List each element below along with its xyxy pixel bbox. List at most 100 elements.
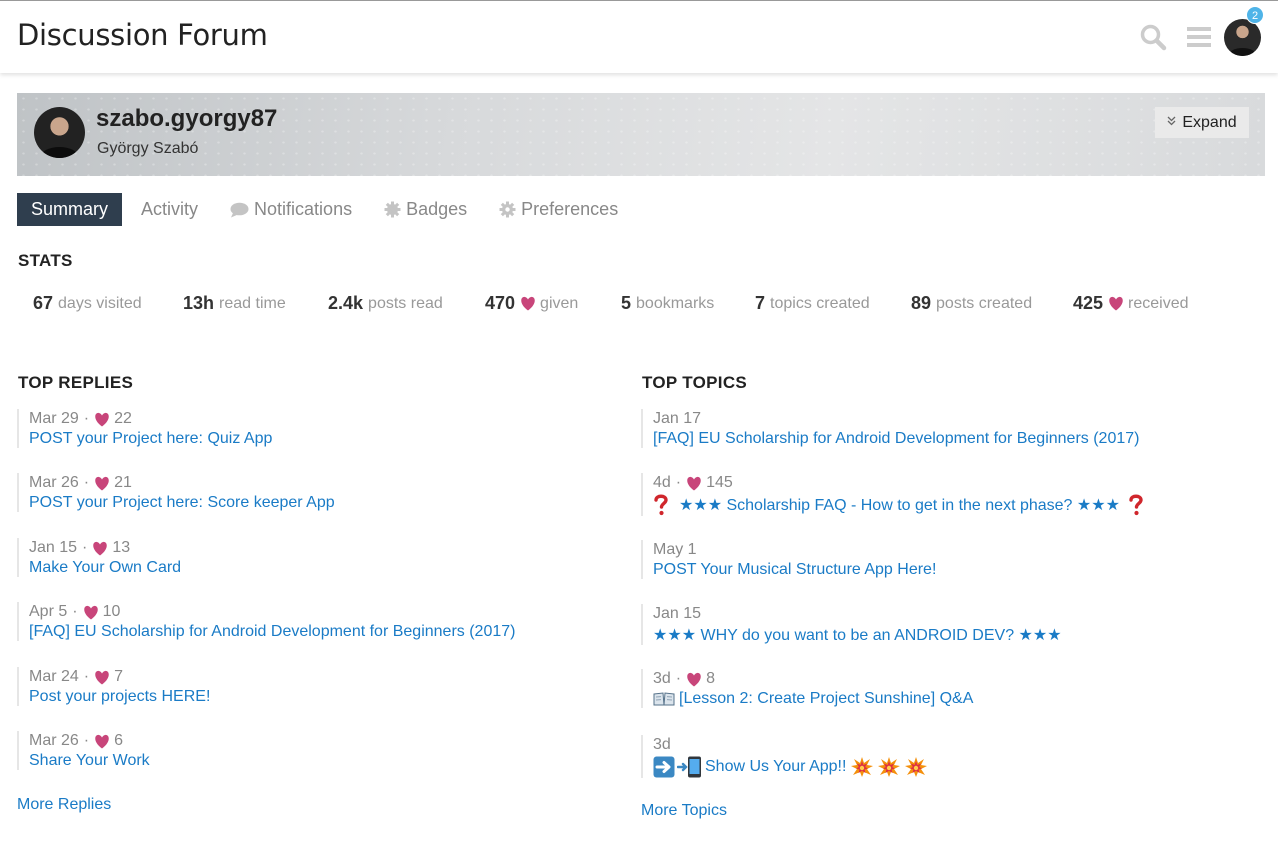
topic-title-link[interactable]: ★★★ Scholarship FAQ - How to get in the …	[653, 494, 1241, 516]
reply-item: Mar 26 · 21 POST your Project here: Score…	[17, 473, 617, 512]
top-header: Discussion Forum 2	[0, 0, 1278, 73]
top-topics-heading: TOP TOPICS	[642, 373, 748, 392]
stat-likes-given: 470 given	[485, 293, 578, 314]
mobile-phone-arrow-icon	[677, 756, 701, 778]
top-replies-heading: TOP REPLIES	[18, 373, 134, 392]
heart-icon	[95, 670, 109, 684]
reply-title-link[interactable]: POST your Project here: Score keeper App	[29, 494, 617, 512]
chevron-double-down-icon	[1167, 116, 1176, 129]
reply-item: Jan 15 · 13 Make Your Own Card	[17, 538, 617, 577]
stat-label: received	[1128, 294, 1189, 312]
stat-label: topics created	[770, 294, 870, 312]
reply-likes: 7	[114, 668, 124, 685]
question-mark-icon	[654, 494, 668, 516]
notification-count-badge[interactable]: 2	[1246, 6, 1264, 24]
tab-label: Badges	[406, 199, 468, 219]
badge-icon	[384, 201, 401, 218]
expand-button[interactable]: Expand	[1155, 107, 1249, 138]
reply-date: Mar 29	[29, 410, 79, 427]
hamburger-menu-icon[interactable]	[1185, 23, 1213, 51]
tab-summary[interactable]: Summary	[17, 193, 123, 226]
reply-likes: 13	[112, 539, 131, 556]
stat-label: given	[540, 294, 579, 312]
topic-date: Jan 17	[653, 410, 702, 427]
reply-item: Apr 5 · 10 [FAQ] EU Scholarship for Andro…	[17, 602, 617, 641]
tab-badges[interactable]: Badges	[384, 193, 467, 226]
collision-icon	[851, 757, 874, 777]
tab-preferences[interactable]: Preferences	[499, 193, 618, 226]
stat-value: 67	[33, 293, 54, 313]
reply-title-link[interactable]: Post your projects HERE!	[29, 688, 617, 706]
reply-item: Mar 24 · 7 Post your projects HERE!	[17, 667, 617, 706]
comment-icon	[230, 202, 249, 218]
site-title[interactable]: Discussion Forum	[17, 18, 268, 52]
stat-label: bookmarks	[636, 294, 715, 312]
topic-item: 3d Show Us Your App!!	[641, 735, 1241, 778]
reply-date: Mar 24	[29, 668, 79, 685]
heart-icon	[687, 672, 701, 686]
heart-icon	[521, 296, 535, 311]
reply-date: Mar 26	[29, 474, 79, 491]
profile-tabs: Summary Activity Notifications Badges Pr…	[17, 193, 618, 226]
topic-item: 3d · 8 [Lesson 2: Create Project Sunshine…	[641, 669, 1241, 708]
topic-item: Jan 15 ★★★ WHY do you want to be an ANDR…	[641, 604, 1241, 645]
topic-title-link[interactable]: [Lesson 2: Create Project Sunshine] Q&A	[653, 690, 1241, 708]
topic-date: 3d	[653, 670, 671, 687]
topic-date: 3d	[653, 736, 671, 753]
stat-likes-received: 425 received	[1073, 293, 1189, 314]
stat-days-visited: 67 days visited	[33, 293, 142, 314]
tab-label: Activity	[141, 199, 199, 219]
tab-label: Summary	[31, 199, 109, 219]
topic-item: Jan 17 [FAQ] EU Scholarship for Android …	[641, 409, 1241, 448]
reply-title-link[interactable]: Make Your Own Card	[29, 559, 617, 577]
tab-activity[interactable]: Activity	[141, 193, 198, 226]
profile-username: szabo.gyorgy87	[96, 105, 278, 132]
reply-date: Apr 5	[29, 603, 68, 620]
topic-title-text: Show Us Your App!!	[705, 758, 847, 775]
reply-title-link[interactable]: [FAQ] EU Scholarship for Android Develop…	[29, 623, 617, 641]
reply-likes: 22	[114, 410, 132, 427]
stat-label: days visited	[58, 294, 142, 312]
topic-title-link[interactable]: [FAQ] EU Scholarship for Android Develop…	[653, 430, 1241, 448]
more-topics-link[interactable]: More Topics	[641, 802, 727, 820]
profile-full-name: György Szabó	[97, 140, 199, 157]
topic-item: May 1 POST Your Musical Structure App He…	[641, 540, 1241, 579]
topic-likes: 145	[706, 474, 733, 491]
topic-title-text: [Lesson 2: Create Project Sunshine] Q&A	[679, 690, 974, 707]
collision-icon	[905, 757, 928, 777]
tab-notifications[interactable]: Notifications	[230, 193, 352, 226]
more-replies-link[interactable]: More Replies	[17, 796, 111, 814]
stat-value: 5	[621, 293, 632, 313]
stat-value: 425	[1073, 293, 1104, 313]
reply-likes: 21	[114, 474, 132, 491]
reply-item: Mar 26 · 6 Share Your Work	[17, 731, 617, 770]
stat-read-time: 13h read time	[183, 293, 286, 314]
heart-icon	[83, 605, 98, 619]
gear-icon	[499, 201, 516, 218]
user-avatar[interactable]	[1224, 19, 1261, 56]
expand-label: Expand	[1182, 113, 1237, 131]
reply-likes: 10	[102, 603, 121, 620]
reply-likes: 6	[114, 732, 124, 749]
collision-icon	[878, 757, 901, 777]
topic-date: May 1	[653, 541, 697, 558]
stat-value: 7	[755, 293, 766, 313]
open-book-icon	[653, 692, 675, 706]
search-icon[interactable]	[1139, 23, 1167, 51]
topic-title-link[interactable]: POST Your Musical Structure App Here!	[653, 561, 1241, 579]
stat-topics-created: 7 topics created	[755, 293, 870, 314]
stat-value: 470	[485, 293, 516, 313]
reply-title-link[interactable]: Share Your Work	[29, 752, 617, 770]
topic-title-link[interactable]: Show Us Your App!!	[653, 756, 1241, 778]
topic-title-text: ★★★ Scholarship FAQ - How to get in the …	[679, 497, 1120, 514]
profile-banner: szabo.gyorgy87 György Szabó Expand	[17, 93, 1265, 176]
topic-title-link[interactable]: ★★★ WHY do you want to be an ANDROID DEV…	[653, 625, 1241, 645]
stat-posts-created: 89 posts created	[911, 293, 1032, 314]
stat-label: posts read	[368, 294, 443, 312]
heart-icon	[1109, 296, 1123, 311]
topic-item: 4d · 145 ★★★ Scholarship FAQ - How to get…	[641, 473, 1241, 516]
reply-title-link[interactable]: POST your Project here: Quiz App	[29, 430, 617, 448]
topic-date: Jan 15	[653, 605, 702, 622]
stat-value: 13h	[183, 293, 215, 313]
stat-value: 89	[911, 293, 932, 313]
